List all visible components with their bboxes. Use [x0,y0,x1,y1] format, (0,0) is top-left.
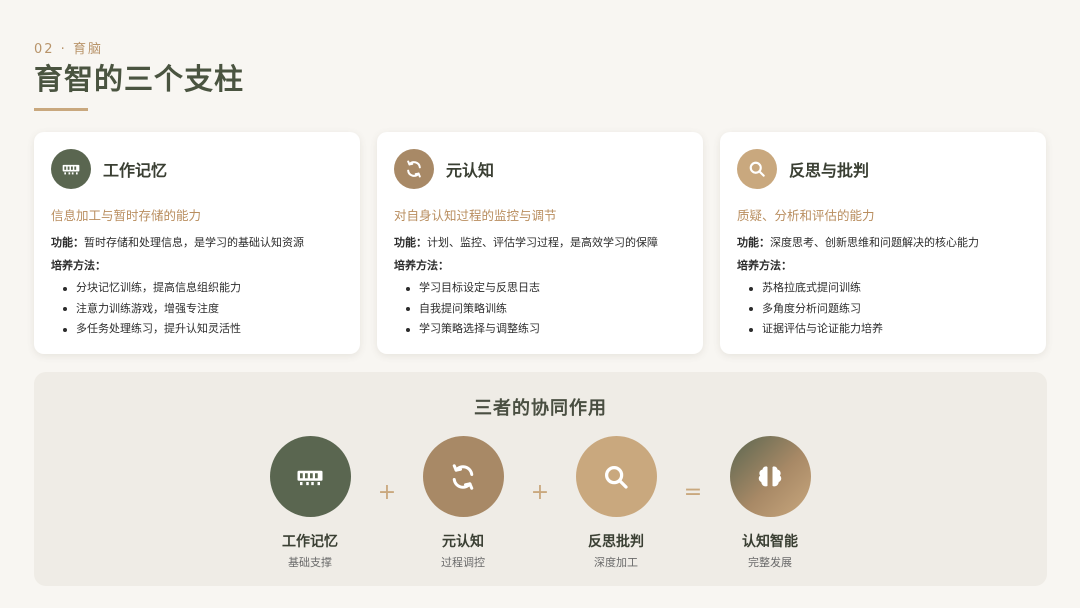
search-icon [575,436,657,517]
pillar-card-working-memory: 工作记忆 信息加工与暂时存储的能力 功能：暂时存储和处理信息，是学习的基础认知资… [34,132,360,354]
card-title: 反思与批判 [789,161,870,180]
pillar-card-metacognition: 元认知 对自身认知过程的监控与调节 功能：计划、监控、评估学习过程，是高效学习的… [377,132,703,354]
node-sub: 完整发展 [748,556,792,569]
sync-icon [422,436,504,517]
card-subtitle: 质疑、分析和评估的能力 [737,208,875,223]
list-item: 证据评估与论证能力培养 [749,319,1029,340]
memory-icon [51,149,91,189]
pillar-cards: 工作记忆 信息加工与暂时存储的能力 功能：暂时存储和处理信息，是学习的基础认知资… [34,132,1047,354]
memory-icon [269,436,351,517]
card-header: 元认知 [394,148,686,190]
node-sub: 过程调控 [441,556,485,569]
function-text: 深度思考、创新思维和问题解决的核心能力 [770,236,979,249]
method-list: 分块记忆训练，提高信息组织能力 注意力训练游戏，增强专注度 多任务处理练习，提升… [51,278,343,340]
sync-icon [394,149,434,189]
search-icon [737,149,777,189]
method-label: 培养方法： [394,259,449,272]
card-title: 工作记忆 [103,161,168,180]
pillar-card-reflection: 反思与批判 质疑、分析和评估的能力 功能：深度思考、创新思维和问题解决的核心能力… [720,132,1046,354]
list-item: 多任务处理练习，提升认知灵活性 [63,319,343,340]
card-subtitle: 对自身认知过程的监控与调节 [394,208,557,223]
plus-operator: + [530,480,550,505]
list-item: 学习策略选择与调整练习 [406,319,686,340]
function-label: 功能： [394,236,427,249]
card-title: 元认知 [446,161,495,180]
method-label: 培养方法： [51,259,106,272]
function-text: 暂时存储和处理信息，是学习的基础认知资源 [84,236,304,249]
node-label: 元认知 [442,534,484,550]
page-title: 育智的三个支柱 [34,62,245,96]
synergy-node-working-memory: 工作记忆 基础支撑 [250,436,370,570]
synergy-node-reflection: 反思批判 深度加工 [556,436,676,570]
function-label: 功能： [737,236,770,249]
synergy-panel: 三者的协同作用 工作记忆 基础支撑 + 元认知 过程调控 + 反思批判 深度加工… [34,372,1047,586]
node-sub: 深度加工 [594,556,638,569]
equals-operator: = [683,480,703,505]
list-item: 自我提问策略训练 [406,299,686,320]
method-label: 培养方法： [737,259,792,272]
card-function: 功能：计划、监控、评估学习过程，是高效学习的保障 [394,235,686,251]
list-item: 分块记忆训练，提高信息组织能力 [63,278,343,299]
node-label: 工作记忆 [282,534,338,550]
plus-operator: + [377,480,397,505]
list-item: 注意力训练游戏，增强专注度 [63,299,343,320]
function-text: 计划、监控、评估学习过程，是高效学习的保障 [427,236,658,249]
node-label: 认知智能 [742,534,798,550]
method-list: 学习目标设定与反思日志 自我提问策略训练 学习策略选择与调整练习 [394,278,686,340]
node-sub: 基础支撑 [288,556,332,569]
brain-icon [729,436,811,517]
synergy-node-cognitive-intelligence: 认知智能 完整发展 [710,436,830,570]
synergy-title: 三者的协同作用 [474,398,607,419]
list-item: 苏格拉底式提问训练 [749,278,1029,299]
method-list: 苏格拉底式提问训练 多角度分析问题练习 证据评估与论证能力培养 [737,278,1029,340]
card-header: 工作记忆 [51,148,343,190]
card-header: 反思与批判 [737,148,1029,190]
node-label: 反思批判 [588,534,644,550]
function-label: 功能： [51,236,84,249]
list-item: 学习目标设定与反思日志 [406,278,686,299]
list-item: 多角度分析问题练习 [749,299,1029,320]
synergy-node-metacognition: 元认知 过程调控 [403,436,523,570]
card-function: 功能：暂时存储和处理信息，是学习的基础认知资源 [51,235,343,251]
title-underline [34,108,88,111]
card-subtitle: 信息加工与暂时存储的能力 [51,208,202,223]
eyebrow: 02 · 育脑 [34,42,103,57]
card-function: 功能：深度思考、创新思维和问题解决的核心能力 [737,235,1029,251]
